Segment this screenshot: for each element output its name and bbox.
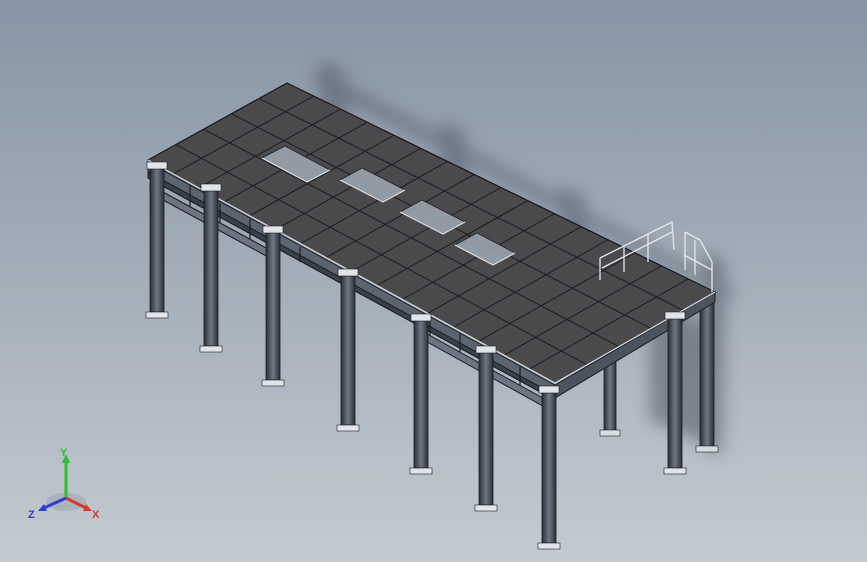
cad-viewport[interactable]: Y X Z	[0, 0, 867, 562]
steel-column	[149, 167, 165, 313]
steel-column	[265, 231, 281, 381]
column-base-plate	[261, 379, 285, 387]
y-axis-label: Y	[60, 447, 68, 459]
steel-platform-model[interactable]	[0, 0, 867, 562]
column-base-plate	[199, 345, 223, 353]
column-base-plate	[409, 467, 433, 475]
steel-column	[478, 351, 494, 506]
column-base-plate	[145, 311, 169, 319]
column-cap-plate	[200, 183, 222, 192]
column-base-plate	[663, 467, 687, 475]
x-axis-label: X	[92, 509, 100, 521]
column-base-plate	[336, 424, 360, 432]
steel-column	[413, 319, 429, 469]
z-axis-label: Z	[28, 509, 35, 521]
column-cap-plate	[538, 385, 560, 394]
column-cap-plate	[262, 225, 284, 234]
column-cap-plate	[664, 311, 686, 320]
steel-column	[340, 274, 356, 426]
steel-column	[203, 189, 219, 347]
column-cap-plate	[337, 268, 359, 277]
column-cap-plate	[146, 161, 168, 170]
steel-column	[541, 391, 557, 544]
orientation-triad[interactable]: Y X Z	[22, 446, 112, 526]
steel-column	[667, 317, 683, 469]
column-cap-plate	[410, 313, 432, 322]
column-base-plate	[474, 504, 498, 512]
column-cap-plate	[475, 345, 497, 354]
column-base-plate	[537, 542, 561, 550]
